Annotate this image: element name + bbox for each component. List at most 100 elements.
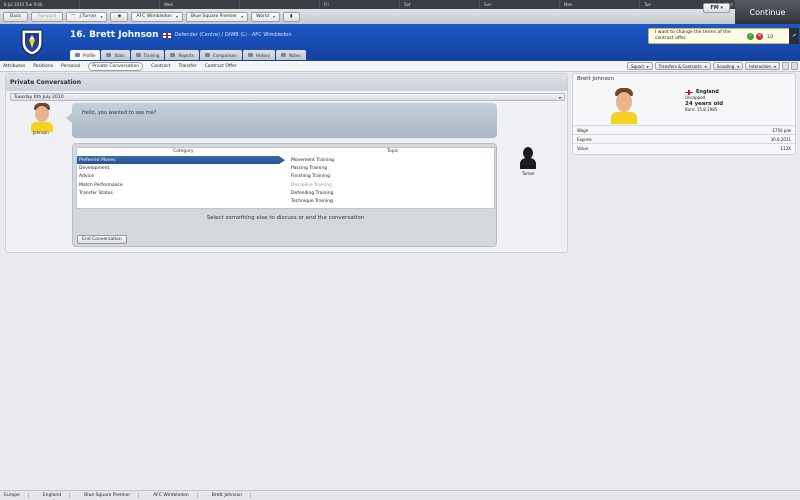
breadcrumb-item[interactable]: England [43,493,71,498]
decline-icon[interactable]: ✕ [756,32,763,40]
transfers-contracts-menu[interactable]: Transfers & Contracts ▾ [654,62,711,70]
tab-label: Notes [288,52,301,58]
stat-row: Expires 30.6.2011 [573,134,795,143]
date-header[interactable]: Tuesday 6th July 2010 ▾ [10,93,565,101]
squad-menu[interactable]: Squad ▾ [627,62,653,70]
calendar-cell [80,0,160,9]
notebook-icon[interactable]: ▮ [283,11,300,22]
profile-avatar [611,88,637,124]
category-header: Category [173,149,194,154]
navigation-bar: Back Forward ⌒ J.Turner ▾ ◉ AFC Wimbledo… [0,9,800,24]
reports-icon [170,53,176,57]
end-conversation-button[interactable]: End Conversation [77,235,127,244]
topic-item[interactable]: Technique Training [289,197,494,205]
notification-popup[interactable]: I want to change the terms of the contra… [648,28,790,44]
subnav-private-conversation[interactable]: Private Conversation [88,61,144,71]
stat-label: Expires [577,136,592,142]
subnav-transfer[interactable]: Transfer [178,64,196,69]
eye-icon[interactable]: ◉ [110,11,129,22]
category-item[interactable]: Match Performance [77,181,285,189]
stat-value: 30.6.2011 [770,136,791,142]
world-label: World [256,14,269,19]
chevron-down-icon: ▾ [100,14,103,19]
topic-item[interactable]: Defending Training [289,189,494,197]
topic-list: Movement Training Passing Training Finis… [289,156,494,206]
club-menu[interactable]: AFC Wimbledon ▾ [131,11,183,22]
topic-item[interactable]: Discipline Training [289,181,494,189]
tab-reports[interactable]: Reports [165,50,199,60]
tab-profile[interactable]: Profile [70,50,101,60]
birth-date: Born: 15.8.1985 [685,107,718,112]
world-menu[interactable]: World ▾ [251,11,281,22]
category-list: Preferred Moves Development Advice Match… [77,156,285,197]
stat-value: £12K [780,145,791,151]
manager-menu[interactable]: ⌒ J.Turner ▾ [66,11,108,22]
stat-value: £750 p/w [772,127,791,133]
profile-icon [75,53,80,57]
subnav-positions[interactable]: Positions [33,64,53,69]
notes-icon [280,53,286,57]
manager-icon: ⌒ [71,14,76,20]
category-item[interactable]: Development [77,164,285,172]
layout-icon[interactable] [782,62,789,70]
calendar-cell: Wed [160,0,240,9]
breadcrumb-item[interactable]: Brett Johnson [212,493,252,498]
stats-icon [106,53,112,57]
settings-icon[interactable] [791,62,798,70]
subnav-attributes[interactable]: Attributes [3,64,25,69]
interaction-menu[interactable]: Interaction ▾ [745,62,780,70]
calendar-bar: 8 Jul 2010 Tue 9:00 Wed Fri Sat Sun Mon … [0,0,800,9]
subnav-personal[interactable]: Personal [61,64,80,69]
league-menu[interactable]: Blue Square Premier ▾ [186,11,249,22]
tab-stats[interactable]: Stats [101,50,130,60]
tab-label: Comparison [212,52,237,58]
tab-label: Profile [83,52,96,58]
category-item[interactable]: Preferred Moves [77,156,285,165]
pin-icon[interactable]: ↗ [789,28,799,44]
comparison-icon [204,53,210,57]
back-button[interactable]: Back [3,11,28,22]
notification-count: 1/2 [767,33,774,39]
topic-item[interactable]: Passing Training [289,164,494,172]
training-icon [135,53,141,57]
category-item[interactable]: Advice [77,173,285,181]
forward-button[interactable]: Forward [30,11,64,22]
tab-comparison[interactable]: Comparison [199,50,242,60]
topic-item[interactable]: Finishing Training [289,173,494,181]
subnav-contract[interactable]: Contract [151,64,170,69]
fm-menu[interactable]: FM ▾ [703,3,730,13]
topic-header: Topic [387,149,399,154]
calendar-cell: 8 Jul 2010 Tue 9:00 [0,0,80,9]
calendar-cell: Sat [400,0,480,9]
player-title: 16. Brett Johnson Defender (Centre) / D/… [70,30,292,40]
player-message: Hello, you wanted to see me? [82,110,157,116]
stat-label: Value [577,145,588,151]
profile-info: England Uncapped 24 years old Born: 15.8… [685,89,723,113]
tab-notes[interactable]: Notes [275,50,306,60]
player-speech-bubble: Hello, you wanted to see me? [66,103,497,138]
continue-button[interactable]: Continue [735,0,800,24]
topic-item[interactable]: Movement Training [289,156,494,164]
calendar-cell: Fri [320,0,400,9]
breadcrumb-item[interactable]: Blue Square Premier [84,493,140,498]
panel-title: Private Conversation [6,74,567,91]
calendar-cell [240,0,320,9]
instruction-text: Select something else to discuss or end … [206,215,365,221]
profile-name: Brett Johnson [577,76,615,82]
player-name: 16. Brett Johnson [70,30,159,40]
breadcrumb-item[interactable]: AFC Wimbledon [153,493,198,498]
chevron-down-icon: ▾ [558,94,561,100]
chevron-down-icon: ▾ [646,63,649,69]
tab-training[interactable]: Training [130,50,165,60]
breadcrumb-item[interactable]: Europe [4,493,29,498]
manager-silhouette-icon [518,147,538,169]
england-flag-icon [162,32,171,38]
subnav-contract-offer[interactable]: Contract Offer [205,64,237,69]
chevron-down-icon: ▾ [704,63,707,69]
category-item[interactable]: Transfer Status [77,189,285,197]
accept-icon[interactable]: ✓ [747,32,754,40]
tab-history[interactable]: History [242,50,275,60]
chevron-down-icon: ▾ [737,63,740,69]
player-tabs: Profile Stats Training Reports Compariso… [70,50,306,60]
scouting-menu[interactable]: Scouting ▾ [712,62,744,70]
